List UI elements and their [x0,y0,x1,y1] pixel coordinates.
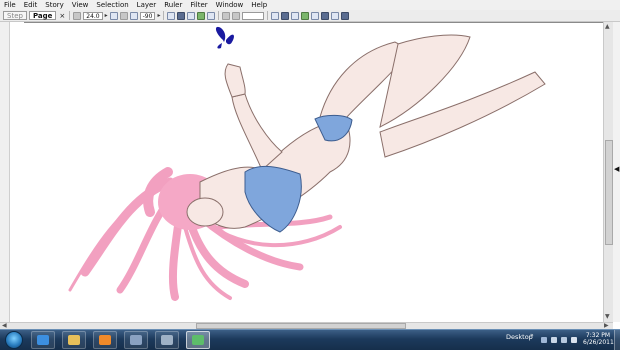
side-panel-strip: ◀ [613,22,620,322]
fill-icon[interactable] [281,11,290,20]
menu-file[interactable]: File [0,0,20,10]
panel-icon[interactable] [341,11,350,20]
menu-filter[interactable]: Filter [186,0,211,10]
desktop-chevron-icon[interactable]: » [530,332,534,339]
clock-time: 7:32 PM [585,332,611,339]
scroll-left-icon[interactable]: ◀ [2,322,7,329]
pattern-icon[interactable] [321,11,330,20]
tab-step[interactable]: Step [3,11,27,20]
flip-icon[interactable] [129,11,138,20]
toolbar-separator [69,11,71,20]
network-icon[interactable] [561,337,567,343]
crop-icon[interactable] [187,11,196,20]
menu-help[interactable]: Help [247,0,271,10]
folder-icon [68,335,80,345]
brush-size-field[interactable]: 24.0 [83,11,103,20]
start-button[interactable] [5,331,23,349]
battery-icon[interactable] [571,337,577,343]
pen-icon[interactable] [271,11,280,20]
expand-panel-icon[interactable]: ◀ [614,165,619,173]
page-guide-line [24,22,604,23]
rotation-arrow-icon[interactable]: ▸ [157,12,160,19]
toolbar-separator [218,11,220,20]
zoom-field[interactable] [242,11,265,20]
transform-icon[interactable] [177,11,186,20]
figure [186,34,546,229]
toolbar-separator [267,11,269,20]
clock-date: 6/26/2011 [583,339,614,346]
clock[interactable]: 7:32 PM 6/26/2011 [583,332,614,346]
toolbar-separator [163,11,165,20]
tab-page-label: Page [32,12,53,20]
taskbar-app-button[interactable] [186,331,210,349]
page-icon[interactable] [109,11,118,20]
left-ruler[interactable] [0,22,10,322]
butterfly [215,26,234,49]
scroll-right-icon[interactable]: ▶ [604,322,609,329]
rotate-icon[interactable] [119,11,128,20]
brush-size-arrow-icon[interactable]: ▸ [105,12,108,19]
ruler-icon[interactable] [331,11,340,20]
taskbar-app-button[interactable] [62,331,86,349]
flag-icon[interactable] [541,337,547,343]
speaker-icon[interactable] [551,337,557,343]
drawing-canvas[interactable] [0,22,603,322]
vertical-scroll-thumb[interactable] [605,140,613,245]
taskbar-app-button[interactable] [31,331,55,349]
menu-edit[interactable]: Edit [20,0,42,10]
scroll-up-icon[interactable]: ▲ [605,23,610,30]
internet-explorer-icon [37,335,49,345]
layer-icon[interactable] [197,11,206,20]
gradient-icon[interactable] [291,11,300,20]
taskbar-app-button[interactable] [155,331,179,349]
taskbar-app-button[interactable] [124,331,148,349]
select-icon[interactable] [207,11,216,20]
menu-ruler[interactable]: Ruler [160,0,186,10]
menu-window[interactable]: Window [212,0,248,10]
fit-page-icon[interactable] [167,11,176,20]
toolbar: Step Page × 24.0 ▸ -90 ▸ [0,10,620,22]
taskbar-app-button[interactable] [93,331,117,349]
chat-icon [192,335,204,345]
text-icon[interactable] [311,11,320,20]
window-icon [130,335,142,345]
menu-layer[interactable]: Layer [133,0,161,10]
illustration [68,26,546,301]
calculator-icon [161,335,173,345]
shape-icon[interactable] [301,11,310,20]
menu-bar: File Edit Story View Selection Layer Ruler Filt… [0,0,620,10]
menu-selection[interactable]: Selection [92,0,132,10]
scroll-down-icon[interactable]: ▼ [605,313,610,320]
grid-icon[interactable] [222,11,231,20]
show-desktop-button[interactable] [614,330,620,350]
close-tab-icon[interactable]: × [58,12,66,20]
snap-icon[interactable] [232,11,241,20]
tab-page[interactable]: Page [28,11,57,20]
menu-story[interactable]: Story [41,0,68,10]
media-player-icon [99,335,111,345]
menu-view[interactable]: View [68,0,93,10]
desktop-toolbar-label[interactable]: Desktop [506,333,533,341]
taskbar: Desktop » 7:32 PM 6/26/2011 [0,329,620,350]
brush-icon[interactable] [73,11,82,20]
rotation-field[interactable]: -90 [139,11,156,20]
